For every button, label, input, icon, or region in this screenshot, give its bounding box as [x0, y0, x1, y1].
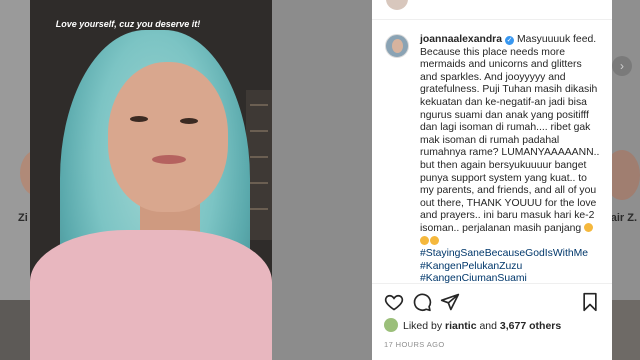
smile-emoji-icon [420, 235, 429, 245]
right-eye [180, 118, 198, 124]
left-eye [130, 116, 148, 122]
verified-badge-icon: ✓ [505, 36, 515, 45]
chevron-right-icon[interactable]: › [612, 56, 632, 76]
shirt [30, 230, 272, 360]
likes-conjunction: and [479, 320, 497, 332]
hashtag-link[interactable]: #StayingSaneBecauseGodIsWithMe [420, 248, 600, 261]
liker-avatar[interactable] [384, 318, 398, 332]
background-thumbnail-right [612, 300, 640, 360]
smile-emoji-icon [584, 222, 594, 232]
post-timestamp[interactable]: 17 HOURS AGO [384, 340, 445, 349]
face [108, 62, 228, 212]
previous-comment-strip [372, 0, 612, 20]
comment-icon[interactable] [412, 292, 432, 312]
caption-text: Masyuuuuk feed. Because this place needs… [420, 34, 600, 234]
caption-comment: joannaalexandra ✓ Masyuuuuk feed. Because … [372, 34, 612, 286]
bookmark-icon[interactable] [580, 292, 600, 312]
action-bar [384, 292, 600, 312]
avatar[interactable] [386, 0, 408, 10]
photo-overlay-text: Love yourself, cuz you deserve it! [55, 19, 201, 29]
background-username-left: Zi [18, 212, 28, 224]
divider [372, 283, 612, 284]
likes-count[interactable]: 3,677 others [500, 320, 561, 332]
hashtag-link[interactable]: #KangenPelukanZuzu [420, 261, 600, 274]
send-icon[interactable] [440, 292, 460, 312]
post-photo[interactable]: Love yourself, cuz you deserve it! [30, 0, 272, 360]
liked-by-user[interactable]: riantic [445, 320, 477, 332]
likes-summary: Liked by riantic and 3,677 others [384, 318, 561, 332]
caption-body: joannaalexandra ✓ Masyuuuuk feed. Because … [420, 34, 600, 286]
author-avatar[interactable] [385, 34, 409, 58]
smile-emoji-icon [430, 235, 439, 245]
heart-icon[interactable] [384, 292, 404, 312]
background-thumbnail-left [0, 300, 30, 360]
likes-prefix: Liked by [403, 320, 443, 332]
lips [152, 155, 186, 164]
post-detail-panel: joannaalexandra ✓ Masyuuuuk feed. Because … [372, 0, 612, 360]
author-username[interactable]: joannaalexandra [420, 34, 502, 45]
